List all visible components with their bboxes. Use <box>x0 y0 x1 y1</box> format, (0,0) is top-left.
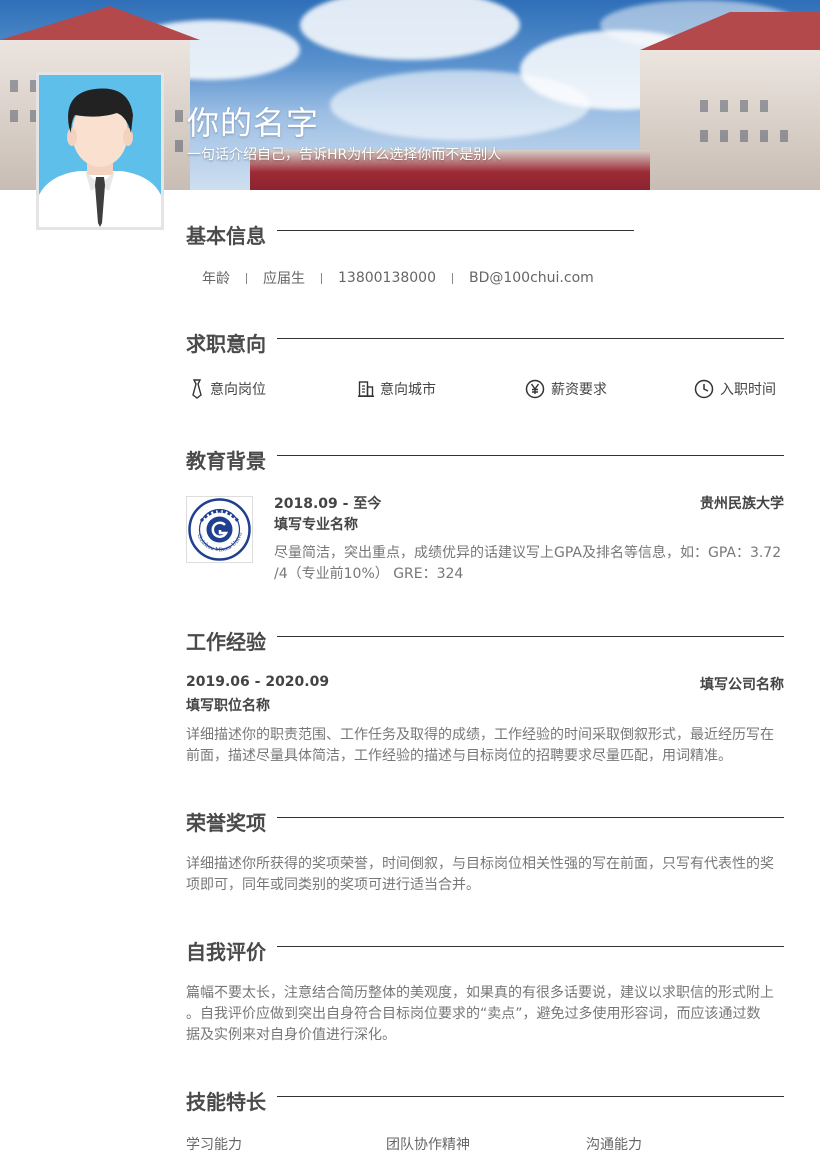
candidate-name: 你的名字 <box>187 104 320 142</box>
skill-item: 团队协作精神 <box>386 1137 470 1153</box>
self-desc-line-2: 。自我评价应做到突出自身符合目标岗位要求的“卖点”，避免过多使用形容词，而应该通… <box>186 1006 761 1022</box>
intent-salary: 薪资要求 <box>525 379 607 399</box>
avatar <box>36 72 164 230</box>
age: 年龄 <box>202 271 230 287</box>
tie-icon <box>192 379 202 399</box>
skill-item: 学习能力 <box>186 1137 242 1153</box>
self-desc-line-1: 篇幅不要太长，注意结合简历整体的美观度，如果真的有很多话要说，建议以求职信的形式… <box>186 985 774 1001</box>
intent-salary-label: 薪资要求 <box>551 382 607 398</box>
section-title-honors: 荣誉奖项 <box>186 811 266 835</box>
skill-item: 沟通能力 <box>586 1137 642 1153</box>
person-avatar-icon <box>39 75 161 227</box>
intent-position: 意向岗位 <box>190 379 266 399</box>
section-title-work: 工作经验 <box>186 630 266 654</box>
section-rule <box>277 338 784 339</box>
intent-city: 意向城市 <box>358 379 436 399</box>
work-company: 填写公司名称 <box>700 677 784 693</box>
section-rule <box>277 817 784 818</box>
work-period: 2019.06 - 2020.09 <box>186 674 330 690</box>
education-major: 填写专业名称 <box>274 517 358 533</box>
clock-icon <box>694 379 714 399</box>
section-title-intent: 求职意向 <box>186 332 266 356</box>
basic-info-row: 年龄 应届生 13800138000 BD@100chui.com <box>202 268 594 288</box>
section-title-self: 自我评价 <box>186 940 266 964</box>
education-desc-line-1: 尽量简洁，突出重点，成绩优异的话建议写上GPA及排名等信息，如：GPA：3.72 <box>274 545 782 561</box>
work-role: 填写职位名称 <box>186 698 270 714</box>
status: 应届生 <box>263 271 305 287</box>
section-title-basic: 基本信息 <box>186 224 266 248</box>
divider <box>246 272 247 284</box>
building-icon <box>358 381 374 397</box>
intent-city-label: 意向城市 <box>380 382 436 398</box>
section-title-education: 教育背景 <box>186 449 266 473</box>
university-logo: 1951 Guizhou Minzu University <box>184 493 253 563</box>
section-rule <box>277 230 634 231</box>
section-rule <box>277 946 784 947</box>
work-desc-line-1: 详细描述你的职责范围、工作任务及取得的成绩，工作经验的时间采取倒叙形式，最近经历… <box>186 727 774 743</box>
education-school: 贵州民族大学 <box>700 496 784 512</box>
divider <box>451 272 453 284</box>
education-period: 2018.09 - 至今 <box>274 496 382 512</box>
intent-start: 入职时间 <box>694 379 776 399</box>
honors-desc-line-1: 详细描述你所获得的奖项荣誉，时间倒叙，与目标岗位相关性强的写在前面，只写有代表性… <box>186 856 774 872</box>
section-rule <box>277 1096 784 1097</box>
intent-start-label: 入职时间 <box>720 382 776 398</box>
education-desc-line-2: /4（专业前10%） GRE：324 <box>274 566 464 582</box>
self-desc-line-3: 据及实例来对自身价值进行深化。 <box>186 1027 396 1043</box>
section-title-skills: 技能特长 <box>186 1090 266 1114</box>
section-rule <box>277 455 784 456</box>
honors-desc-line-2: 项即可，同年或同类别的奖项可进行适当合并。 <box>186 877 480 893</box>
section-rule <box>277 636 784 637</box>
university-seal-icon: 1951 Guizhou Minzu University <box>184 493 251 561</box>
email: BD@100chui.com <box>468 270 594 286</box>
yen-icon <box>525 379 545 399</box>
work-desc-line-2: 前面，描述尽量具体简洁，工作经验的描述与目标岗位的招聘要求尽量匹配，用词精准。 <box>186 748 732 764</box>
intent-position-label: 意向岗位 <box>210 382 266 398</box>
candidate-tagline: 一句话介绍自己，告诉HR为什么选择你而不是别人 <box>187 147 502 163</box>
phone: 13800138000 <box>338 270 436 286</box>
divider <box>321 272 322 284</box>
